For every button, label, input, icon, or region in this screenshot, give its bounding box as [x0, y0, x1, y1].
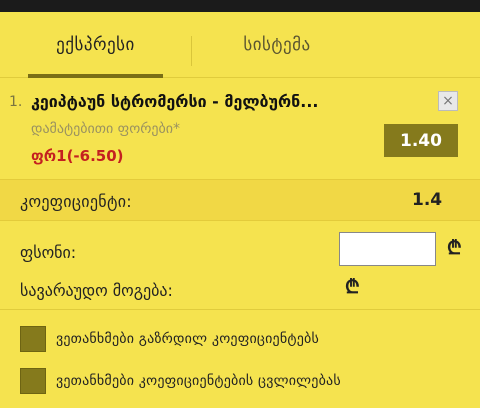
stake-label: ფსონი: [20, 243, 77, 262]
bet-selection: ფრ1(-6.50) [31, 147, 124, 165]
accept-odds-change-option[interactable]: ვეთანხმები კოეფიციენტების ცვლილებას [20, 368, 341, 394]
accept-odds-change-label: ვეთანხმები კოეფიციენტების ცვლილებას [56, 373, 341, 389]
bet-market: დამატებითი ფორები* [31, 121, 180, 137]
top-bar [0, 0, 480, 12]
possible-win-label: სავარაუდო მოგება: [20, 281, 173, 300]
tab-express[interactable]: ექსპრესი [28, 12, 163, 78]
bet-odd-button[interactable]: 1.40 [384, 124, 458, 157]
bet-event-title: კეიპტაუნ სტრომერსი - მელბურნ... [31, 92, 319, 111]
bet-number: 1. [9, 94, 23, 110]
stake-input[interactable] [339, 232, 436, 266]
accept-increased-odds-checkbox[interactable] [20, 326, 46, 352]
bet-item: 1. კეიპტაუნ სტრომერსი - მელბურნ... დამატ… [0, 79, 480, 179]
agreement-options: ვეთანხმები გაზრდილ კოეფიციენტებს ვეთანხმ… [0, 309, 480, 408]
close-icon: × [442, 93, 454, 109]
coefficient-value: 1.4 [412, 190, 443, 210]
bet-type-tabs: ექსპრესი სისტემა [0, 12, 480, 78]
lari-currency-icon: ₾ [447, 237, 462, 259]
coefficient-label: კოეფიციენტი: [20, 192, 132, 211]
tab-system[interactable]: სისტემა [222, 12, 332, 78]
lari-currency-icon: ₾ [345, 276, 360, 298]
accept-odds-change-checkbox[interactable] [20, 368, 46, 394]
remove-bet-button[interactable]: × [438, 91, 458, 111]
accept-increased-odds-option[interactable]: ვეთანხმები გაზრდილ კოეფიციენტებს [20, 326, 319, 352]
coefficient-row: კოეფიციენტი: 1.4 [0, 179, 480, 221]
tab-divider [191, 36, 192, 66]
accept-increased-odds-label: ვეთანხმები გაზრდილ კოეფიციენტებს [56, 331, 320, 347]
